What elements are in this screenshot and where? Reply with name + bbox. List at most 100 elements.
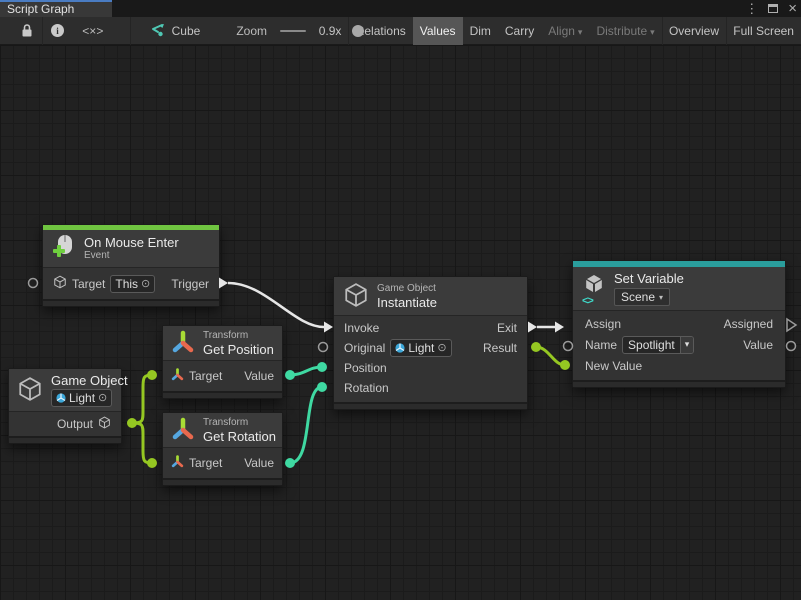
window-menu-icon[interactable]: ⋮	[745, 0, 758, 17]
node-title: Set Variable	[614, 271, 684, 286]
node-title: Get Position	[203, 342, 274, 357]
wire-light-getrotation	[132, 423, 152, 463]
port-position-input[interactable]	[317, 362, 327, 372]
node-instantiate[interactable]: Game Object Instantiate Invoke Exit Orig…	[333, 276, 528, 410]
port-invoke-input[interactable]	[324, 322, 333, 333]
port-assign-input[interactable]	[555, 322, 564, 333]
port-label-position: Position	[344, 361, 387, 375]
fullscreen-button[interactable]: Full Screen	[726, 17, 801, 45]
port-label-name: Name	[585, 338, 617, 352]
graph-toolbar: i <×> Cube Zoom 0.9x Relations Values Di…	[0, 17, 801, 45]
chevron-down-icon: ▾	[578, 27, 583, 37]
target-value-field[interactable]: This ⊙	[110, 275, 155, 293]
port-value-output[interactable]	[787, 342, 796, 351]
node-title: Instantiate	[377, 295, 437, 310]
port-getrotation-target[interactable]	[147, 458, 157, 468]
transform-icon	[171, 329, 195, 358]
port-getposition-value[interactable]	[285, 370, 295, 380]
port-original-input[interactable]	[319, 343, 328, 352]
tab-label: Script Graph	[7, 2, 74, 16]
zoom-slider[interactable]	[280, 30, 306, 32]
zoom-slider-handle[interactable]	[352, 25, 364, 37]
node-footer	[334, 402, 527, 409]
lock-icon[interactable]	[20, 17, 34, 45]
overview-button[interactable]: Overview	[662, 17, 726, 45]
titlebar: Script Graph ⋮ ×	[0, 0, 801, 17]
port-label-output: Output	[57, 417, 93, 431]
transform-icon	[171, 416, 195, 445]
object-picker-icon[interactable]: ⊙	[141, 277, 150, 291]
port-label-target: Target	[189, 369, 222, 383]
port-label-original: Original	[344, 341, 385, 355]
transform-icon-small	[171, 368, 184, 384]
align-dropdown[interactable]: Align▾	[541, 17, 589, 45]
code-view-toggle[interactable]: <×>	[75, 17, 110, 45]
wire-result-newvalue	[536, 347, 565, 365]
variable-name-dropdown[interactable]: Spotlight ▾	[622, 336, 694, 354]
port-label-rotation: Rotation	[344, 381, 389, 395]
port-exit-output[interactable]	[528, 322, 537, 333]
port-label-value: Value	[244, 369, 274, 383]
wire-light-getposition	[132, 375, 152, 423]
port-result-output[interactable]	[531, 342, 541, 352]
port-label-value: Value	[743, 338, 773, 352]
node-category: Transform	[203, 417, 276, 429]
port-assigned-output[interactable]	[787, 319, 796, 331]
tab-script-graph[interactable]: Script Graph	[0, 0, 112, 17]
info-icon[interactable]: i	[50, 17, 65, 45]
port-label-assign: Assign	[585, 317, 621, 331]
node-title: On Mouse Enter	[84, 235, 179, 250]
port-label-exit: Exit	[497, 321, 517, 335]
port-getposition-target[interactable]	[147, 370, 157, 380]
wire-rotation	[290, 387, 322, 463]
port-label-target: Target	[72, 277, 105, 291]
close-icon[interactable]: ×	[788, 0, 797, 17]
unity-object-icon	[395, 343, 405, 353]
object-picker-icon[interactable]: ⊙	[98, 391, 107, 405]
node-light-object[interactable]: Game Object Light ⊙ Output	[8, 368, 122, 444]
port-trigger-output[interactable]	[219, 278, 228, 289]
graph-name[interactable]: Cube	[165, 17, 208, 45]
game-object-icon	[17, 376, 43, 405]
script-graph-asset-icon	[149, 17, 165, 45]
port-light-output[interactable]	[127, 418, 137, 428]
original-value-field[interactable]: Light ⊙	[390, 339, 451, 357]
light-object-field[interactable]: Light ⊙	[51, 389, 112, 407]
port-label-new-value: New Value	[585, 359, 642, 373]
variable-scope-dropdown[interactable]: Scene ▾	[614, 288, 670, 306]
node-category: Transform	[203, 330, 274, 342]
game-object-icon	[53, 275, 67, 292]
port-label-trigger: Trigger	[171, 277, 209, 291]
game-object-icon	[343, 282, 369, 311]
node-title: Get Rotation	[203, 429, 276, 444]
object-picker-icon[interactable]: ⊙	[437, 341, 446, 355]
port-label-value: Value	[244, 456, 274, 470]
node-footer	[163, 391, 282, 398]
zoom-value: 0.9x	[312, 17, 349, 45]
port-label-invoke: Invoke	[344, 321, 379, 335]
chevron-down-icon: ▾	[650, 27, 655, 37]
transform-icon-small	[171, 455, 184, 471]
distribute-dropdown[interactable]: Distribute▾	[589, 17, 661, 45]
port-label-target: Target	[189, 456, 222, 470]
maximize-icon[interactable]	[768, 4, 778, 13]
graph-canvas[interactable]: On Mouse Enter Event Target This ⊙ Trigg…	[0, 45, 801, 600]
node-set-variable[interactable]: <> Set Variable Scene ▾ Assign Assigned …	[572, 260, 786, 388]
chevron-down-icon: ▾	[680, 337, 694, 353]
carry-button[interactable]: Carry	[498, 17, 541, 45]
port-getrotation-value[interactable]	[285, 458, 295, 468]
port-rotation-input[interactable]	[317, 382, 327, 392]
node-on-mouse-enter[interactable]: On Mouse Enter Event Target This ⊙ Trigg…	[42, 224, 220, 307]
wire-trigger-invoke	[228, 283, 324, 327]
variable-brackets-icon: <>	[582, 295, 593, 307]
port-label-result: Result	[483, 341, 517, 355]
port-mouse-target-input[interactable]	[29, 279, 38, 288]
node-footer	[163, 478, 282, 485]
values-button[interactable]: Values	[413, 17, 463, 45]
zoom-label: Zoom	[229, 17, 274, 45]
node-get-rotation[interactable]: Transform Get Rotation Target Value	[162, 412, 283, 486]
port-newvalue-input[interactable]	[560, 360, 570, 370]
node-get-position[interactable]: Transform Get Position Target Value	[162, 325, 283, 399]
node-footer	[573, 380, 785, 387]
dim-button[interactable]: Dim	[463, 17, 498, 45]
